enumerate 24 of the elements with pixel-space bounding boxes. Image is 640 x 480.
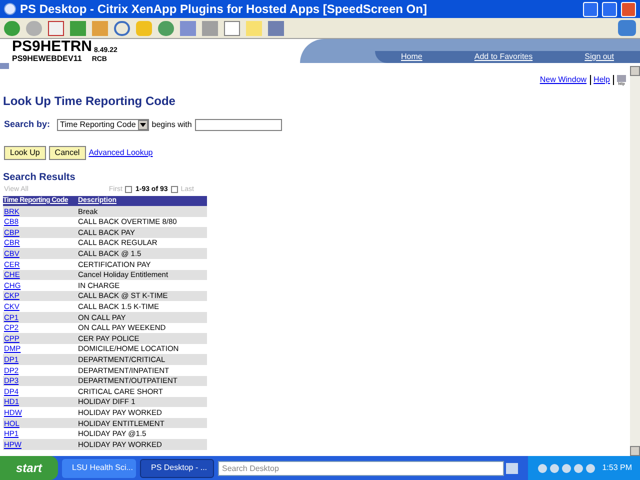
- action-button[interactable]: Look Up: [4, 146, 46, 160]
- page-title: Look Up Time Reporting Code: [2, 93, 176, 110]
- advanced-lookup-link[interactable]: Advanced Lookup: [88, 146, 153, 158]
- search-label: Search by:: [4, 118, 50, 131]
- scrollbar[interactable]: [630, 66, 640, 456]
- results-title: Search Results: [2, 170, 76, 184]
- start-button[interactable]: start: [0, 456, 58, 480]
- clock: 1:53 PM: [602, 462, 632, 474]
- header-link[interactable]: Home: [401, 51, 422, 63]
- taskbar-button[interactable]: PS Desktop - ...: [140, 458, 214, 478]
- window-title: PS Desktop - Citrix XenApp Plugins for Hosted Apps [SpeedScreen On]: [20, 1, 428, 18]
- top-link[interactable]: New Window: [540, 74, 587, 86]
- search-input[interactable]: [194, 118, 282, 131]
- action-button[interactable]: Cancel: [48, 146, 86, 160]
- operator-text: begins with: [152, 118, 192, 131]
- desktop-search-field[interactable]: Search Desktop: [218, 460, 504, 476]
- server-name: PS9HEWEBDEV11: [12, 55, 82, 63]
- header-link[interactable]: Sign out: [584, 51, 614, 63]
- taskbar-button[interactable]: LSU Health Sci...: [62, 458, 136, 478]
- top-link[interactable]: Help: [594, 74, 610, 86]
- dropdown-arrow-icon: [138, 120, 148, 130]
- search-by-dropdown[interactable]: Time Reporting Code: [57, 118, 149, 131]
- header-link[interactable]: Add to Favorites: [474, 51, 533, 63]
- app-name: PS9HETRN: [12, 39, 92, 54]
